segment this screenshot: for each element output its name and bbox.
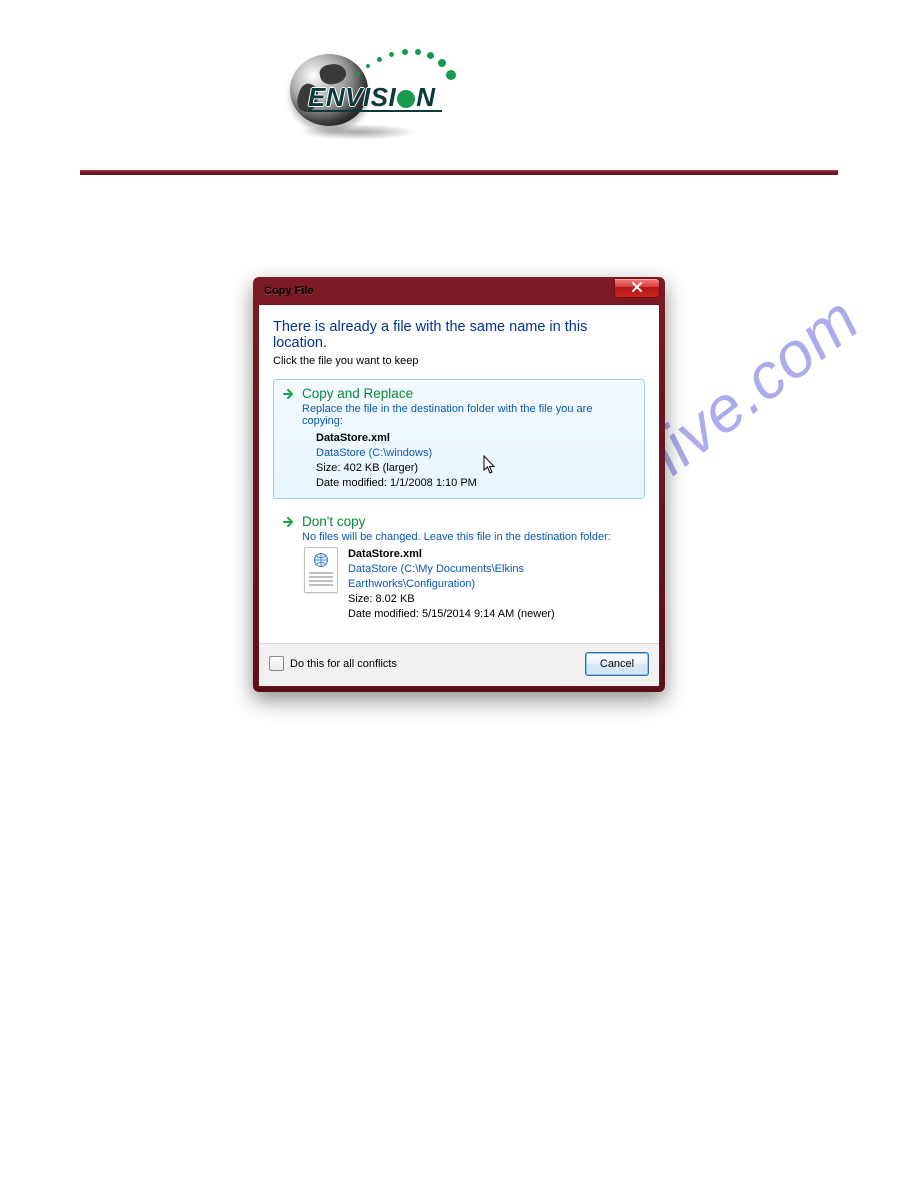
xml-file-icon — [304, 547, 338, 593]
replace-file-date: Date modified: 1/1/2008 1:10 PM — [316, 476, 636, 491]
cancel-button[interactable]: Cancel — [585, 652, 649, 676]
replace-file-size: Size: 402 KB (larger) — [316, 461, 636, 476]
option-replace-desc: Replace the file in the destination fold… — [302, 403, 636, 427]
dont-file-size: Size: 8.02 KB — [348, 592, 636, 607]
dialog-footer: Do this for all conflicts Cancel — [259, 643, 659, 686]
brand-text: ENVISIN — [308, 82, 436, 113]
option-copy-and-replace[interactable]: Copy and Replace Replace the file in the… — [273, 379, 645, 499]
dont-file-name: DataStore.xml — [348, 547, 636, 562]
checkbox-icon — [269, 656, 284, 671]
header-divider — [80, 170, 838, 175]
cancel-button-label: Cancel — [600, 658, 634, 670]
copy-file-dialog: Copy File There is already a file with t… — [253, 277, 665, 692]
dont-file-location: DataStore (C:\My Documents\Elkins Earthw… — [348, 562, 636, 592]
arrow-right-icon — [282, 387, 296, 401]
dialog-heading: There is already a file with the same na… — [273, 319, 645, 351]
do-this-for-all-checkbox[interactable]: Do this for all conflicts — [269, 656, 397, 671]
option-dont-copy[interactable]: Don't copy No files will be changed. Lea… — [273, 507, 645, 630]
dialog-instruction: Click the file you want to keep — [273, 355, 645, 367]
dont-file-date: Date modified: 5/15/2014 9:14 AM (newer) — [348, 607, 636, 622]
replace-file-name: DataStore.xml — [316, 431, 636, 446]
envision-logo: ENVISIN — [290, 40, 450, 140]
page-header: ENVISIN — [0, 0, 918, 152]
close-icon — [630, 281, 644, 293]
replace-file-location: DataStore (C:\windows) — [316, 446, 636, 461]
arrow-right-icon — [282, 515, 296, 529]
dialog-titlebar[interactable]: Copy File — [258, 282, 660, 304]
option-replace-title: Copy and Replace — [302, 386, 413, 401]
option-dont-desc: No files will be changed. Leave this fil… — [302, 531, 636, 543]
option-dont-title: Don't copy — [302, 514, 365, 529]
dialog-title: Copy File — [264, 285, 314, 297]
checkbox-label: Do this for all conflicts — [290, 658, 397, 670]
close-button[interactable] — [614, 278, 660, 298]
